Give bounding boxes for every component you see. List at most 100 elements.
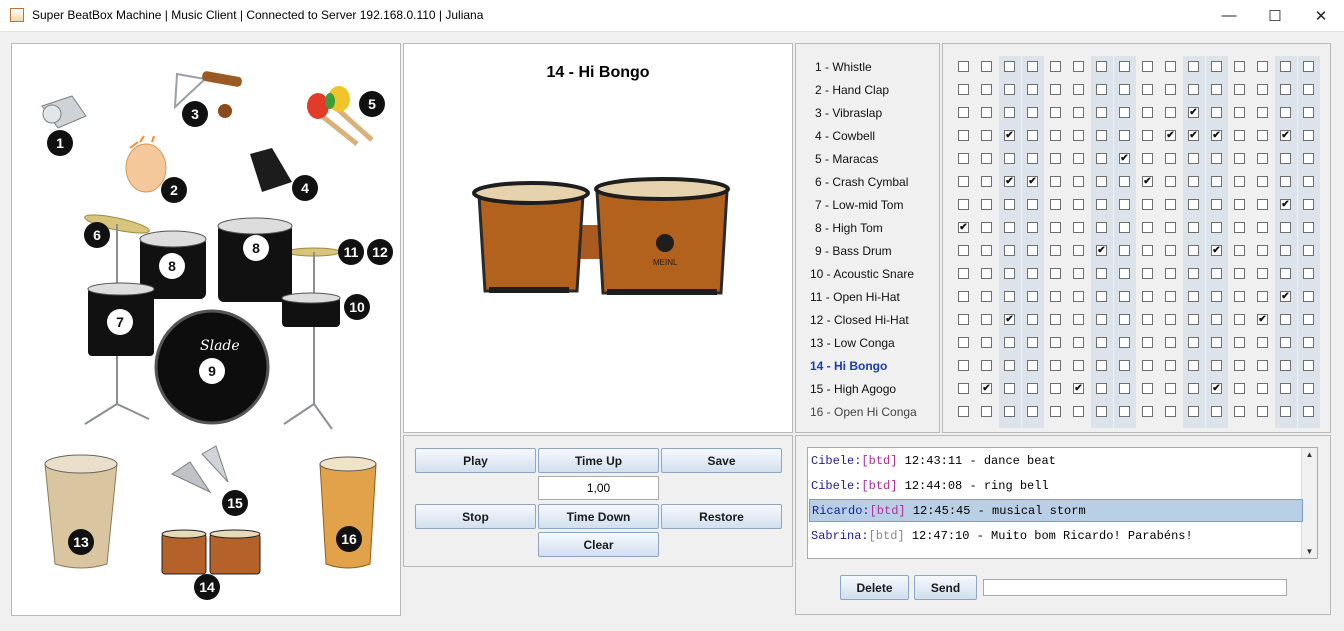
- beat-checkbox[interactable]: [1073, 222, 1084, 233]
- beat-checkbox[interactable]: [1257, 337, 1268, 348]
- beat-checkbox[interactable]: [1119, 360, 1130, 371]
- beat-checkbox[interactable]: [1165, 245, 1176, 256]
- beat-checkbox[interactable]: [1188, 268, 1199, 279]
- minimize-button[interactable]: —: [1206, 0, 1252, 31]
- beat-checkbox[interactable]: [1303, 107, 1314, 118]
- beat-checkbox[interactable]: [1165, 84, 1176, 95]
- instrument-label[interactable]: 4 - Cowbell: [815, 129, 875, 143]
- save-button[interactable]: Save: [661, 448, 782, 473]
- beat-checkbox[interactable]: [1119, 245, 1130, 256]
- beat-checkbox[interactable]: [958, 406, 969, 417]
- beat-checkbox[interactable]: [1234, 383, 1245, 394]
- beat-checkbox[interactable]: [1280, 360, 1291, 371]
- beat-checkbox[interactable]: [1027, 406, 1038, 417]
- beat-checkbox[interactable]: [1073, 314, 1084, 325]
- beat-checkbox[interactable]: [1234, 130, 1245, 141]
- beat-checkbox[interactable]: [1004, 291, 1015, 302]
- beat-checkbox[interactable]: [1050, 383, 1061, 394]
- chat-message[interactable]: Ricardo: [btd] 12:45:45 - musical storm: [809, 499, 1303, 522]
- beat-checkbox[interactable]: [1073, 61, 1084, 72]
- beat-checkbox[interactable]: [1303, 84, 1314, 95]
- beat-checkbox[interactable]: [1211, 61, 1222, 72]
- beat-checkbox[interactable]: [1119, 406, 1130, 417]
- beat-checkbox[interactable]: [1050, 222, 1061, 233]
- beat-checkbox[interactable]: ✔: [1004, 130, 1015, 141]
- time-up-button[interactable]: Time Up: [538, 448, 659, 473]
- beat-checkbox[interactable]: [1096, 153, 1107, 164]
- beat-checkbox[interactable]: [958, 245, 969, 256]
- beat-checkbox[interactable]: [1211, 406, 1222, 417]
- beat-checkbox[interactable]: [1165, 314, 1176, 325]
- beat-checkbox[interactable]: [981, 245, 992, 256]
- beat-checkbox[interactable]: [1234, 268, 1245, 279]
- beat-checkbox[interactable]: [981, 291, 992, 302]
- beat-checkbox[interactable]: [1234, 107, 1245, 118]
- scroll-up-arrow-icon[interactable]: ▲: [1302, 450, 1317, 459]
- beat-checkbox[interactable]: [1165, 176, 1176, 187]
- beat-checkbox[interactable]: [1303, 291, 1314, 302]
- beat-checkbox[interactable]: [1027, 107, 1038, 118]
- beat-checkbox[interactable]: [958, 176, 969, 187]
- beat-checkbox[interactable]: [1165, 222, 1176, 233]
- beat-checkbox[interactable]: ✔: [958, 222, 969, 233]
- beat-checkbox[interactable]: [981, 61, 992, 72]
- beat-checkbox[interactable]: [1119, 222, 1130, 233]
- beat-checkbox[interactable]: [1257, 268, 1268, 279]
- beat-checkbox[interactable]: [1096, 130, 1107, 141]
- beat-checkbox[interactable]: [1004, 406, 1015, 417]
- beat-checkbox[interactable]: ✔: [1280, 130, 1291, 141]
- beat-checkbox[interactable]: [1211, 107, 1222, 118]
- beat-checkbox[interactable]: ✔: [1096, 245, 1107, 256]
- beat-checkbox[interactable]: ✔: [1257, 314, 1268, 325]
- beat-checkbox[interactable]: [958, 360, 969, 371]
- beat-checkbox[interactable]: [1096, 176, 1107, 187]
- beat-checkbox[interactable]: [1027, 130, 1038, 141]
- beat-checkbox[interactable]: [1027, 153, 1038, 164]
- instrument-label[interactable]: 2 - Hand Clap: [815, 83, 889, 97]
- beat-checkbox[interactable]: [1188, 199, 1199, 210]
- beat-checkbox[interactable]: [1142, 360, 1153, 371]
- beat-checkbox[interactable]: [1027, 383, 1038, 394]
- beat-checkbox[interactable]: [1050, 84, 1061, 95]
- beat-checkbox[interactable]: [1027, 337, 1038, 348]
- beat-checkbox[interactable]: [1096, 84, 1107, 95]
- beat-checkbox[interactable]: [1119, 314, 1130, 325]
- beat-checkbox[interactable]: [1027, 245, 1038, 256]
- beat-checkbox[interactable]: [1073, 337, 1084, 348]
- beat-checkbox[interactable]: [1050, 176, 1061, 187]
- beat-checkbox[interactable]: [1303, 360, 1314, 371]
- beat-checkbox[interactable]: [1027, 314, 1038, 325]
- instrument-label[interactable]: 3 - Vibraslap: [815, 106, 882, 120]
- beat-checkbox[interactable]: [1004, 245, 1015, 256]
- beat-checkbox[interactable]: [1280, 383, 1291, 394]
- beat-checkbox[interactable]: [1096, 107, 1107, 118]
- instrument-label[interactable]: 14 - Hi Bongo: [810, 359, 887, 373]
- beat-checkbox[interactable]: [1211, 360, 1222, 371]
- beat-checkbox[interactable]: [1211, 199, 1222, 210]
- beat-checkbox[interactable]: [1073, 107, 1084, 118]
- beat-checkbox[interactable]: [1303, 199, 1314, 210]
- beat-checkbox[interactable]: [1303, 130, 1314, 141]
- beat-checkbox[interactable]: [1257, 153, 1268, 164]
- beat-checkbox[interactable]: [1211, 268, 1222, 279]
- beat-checkbox[interactable]: [981, 176, 992, 187]
- instrument-label[interactable]: 15 - High Agogo: [810, 382, 896, 396]
- instrument-label[interactable]: 10 - Acoustic Snare: [810, 267, 914, 281]
- beat-checkbox[interactable]: [958, 130, 969, 141]
- beat-checkbox[interactable]: [1165, 291, 1176, 302]
- beat-checkbox[interactable]: [1027, 268, 1038, 279]
- beat-checkbox[interactable]: [1119, 107, 1130, 118]
- beat-checkbox[interactable]: [1234, 291, 1245, 302]
- beat-checkbox[interactable]: [958, 337, 969, 348]
- beat-checkbox[interactable]: [1188, 176, 1199, 187]
- beat-checkbox[interactable]: [1234, 314, 1245, 325]
- chat-message[interactable]: Cibele: [btd] 12:43:11 - dance beat: [809, 449, 1303, 472]
- beat-checkbox[interactable]: [1165, 337, 1176, 348]
- beat-checkbox[interactable]: [1234, 360, 1245, 371]
- beat-checkbox[interactable]: [1096, 383, 1107, 394]
- beat-checkbox[interactable]: [1257, 130, 1268, 141]
- instrument-label[interactable]: 11 - Open Hi-Hat: [810, 290, 900, 304]
- beat-checkbox[interactable]: [981, 130, 992, 141]
- beat-checkbox[interactable]: [1234, 406, 1245, 417]
- tempo-field[interactable]: 1,00: [538, 476, 659, 500]
